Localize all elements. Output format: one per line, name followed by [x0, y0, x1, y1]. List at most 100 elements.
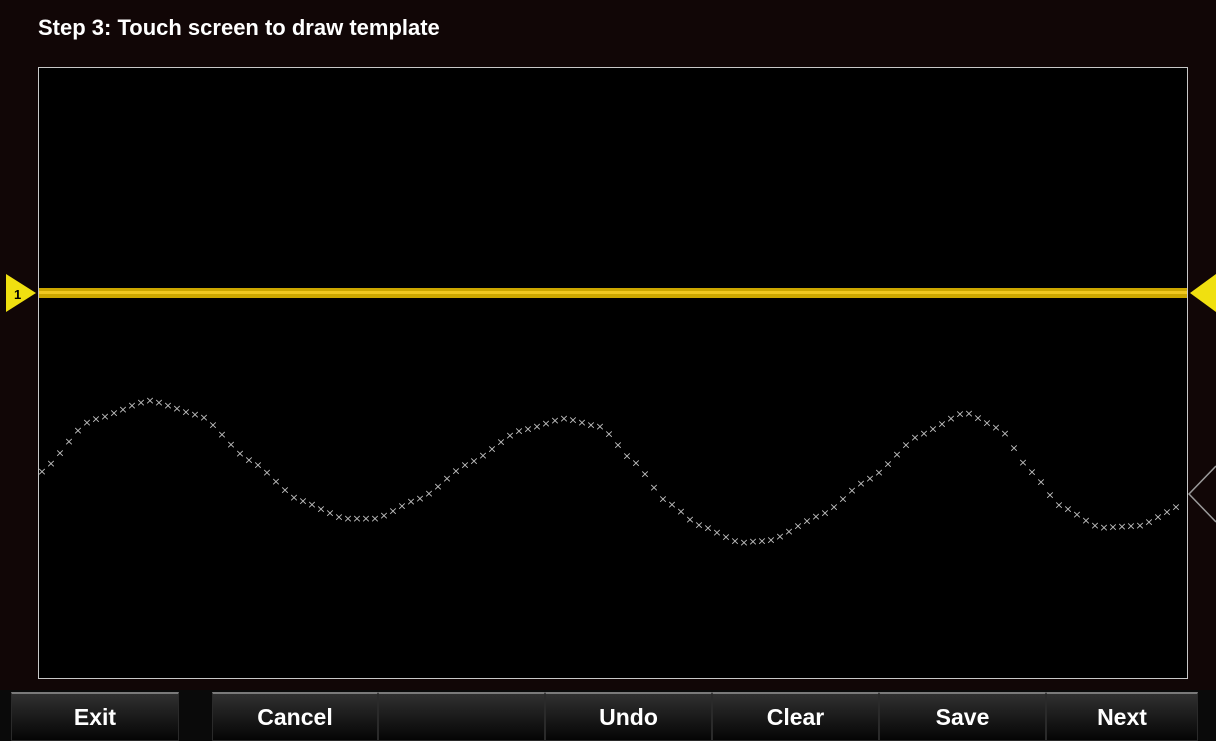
template-point-marker: × — [1144, 516, 1153, 529]
template-point-marker: × — [631, 457, 640, 470]
template-point-marker: × — [658, 492, 667, 505]
template-point-marker: × — [1027, 465, 1036, 478]
template-point-marker: × — [874, 466, 883, 479]
template-point-marker: × — [1045, 489, 1054, 502]
template-point-marker: × — [406, 495, 415, 508]
template-point-marker: × — [91, 413, 100, 426]
template-point-marker: × — [136, 396, 145, 409]
template-point-marker: × — [559, 412, 568, 425]
template-point-marker: × — [568, 413, 577, 426]
template-point-marker: × — [217, 428, 226, 441]
template-point-marker: × — [1162, 505, 1171, 518]
template-point-marker: × — [388, 504, 397, 517]
template-point-marker: × — [1090, 519, 1099, 532]
template-point-marker: × — [154, 396, 163, 409]
template-point-marker: × — [928, 423, 937, 436]
template-point-marker: × — [253, 459, 262, 472]
template-point-marker: × — [1081, 514, 1090, 527]
template-point-marker: × — [748, 535, 757, 548]
cancel-button[interactable]: Cancel — [212, 692, 378, 741]
template-point-marker: × — [910, 431, 919, 444]
template-point-marker: × — [892, 448, 901, 461]
template-point-marker: × — [55, 446, 64, 459]
template-point-marker: × — [604, 428, 613, 441]
template-point-marker: × — [640, 467, 649, 480]
template-point-marker: × — [937, 417, 946, 430]
channel-marker-label: 1 — [14, 287, 21, 302]
waveform-overlay: 1 ×××××× × × × × × × × × × × × × ××××× × ××××× × × × × × × × × ×… — [6, 274, 1216, 549]
template-point-marker: × — [307, 498, 316, 511]
template-point-marker: × — [298, 495, 307, 508]
template-point-marker: × — [757, 534, 766, 547]
template-point-marker: × — [865, 472, 874, 485]
template-point-marker: × — [1099, 521, 1108, 534]
template-point-marker: × — [820, 507, 829, 520]
template-point-marker: × — [901, 438, 910, 451]
template-point-marker: × — [982, 417, 991, 430]
template-point-marker: × — [1135, 519, 1144, 532]
template-point-marker: × — [469, 454, 478, 467]
next-button[interactable]: Next — [1046, 692, 1198, 741]
template-point-marker: × — [487, 442, 496, 455]
template-point-marker: × — [271, 475, 280, 488]
template-point-marker: × — [739, 536, 748, 549]
template-point-marker: × — [1063, 502, 1072, 515]
template-point-marker: × — [883, 458, 892, 471]
template-point-marker: × — [325, 507, 334, 520]
template-point-marker: × — [1018, 456, 1027, 469]
template-point-marker: × — [784, 525, 793, 538]
template-point-marker: × — [343, 512, 352, 525]
channel-1-trace-highlight — [39, 291, 1187, 294]
template-point-marker: × — [1000, 427, 1009, 440]
template-point-marker: × — [964, 407, 973, 420]
template-point-marker: × — [82, 416, 91, 429]
template-point-marker: × — [532, 420, 541, 433]
template-point-marker: × — [802, 514, 811, 527]
template-point-marker: × — [163, 399, 172, 412]
exit-button[interactable]: Exit — [11, 692, 179, 741]
template-point-marker: × — [316, 502, 325, 515]
template-level-marker[interactable] — [1187, 465, 1216, 523]
template-point-marker: × — [811, 510, 820, 523]
template-point-marker: × — [793, 520, 802, 533]
template-point-marker: × — [109, 406, 118, 419]
template-point-marker: × — [919, 427, 928, 440]
template-point-marker: × — [415, 492, 424, 505]
template-point-marker: × — [280, 484, 289, 497]
template-point-marker: × — [199, 411, 208, 424]
template-point-marker: × — [595, 420, 604, 433]
template-point-marker: × — [478, 449, 487, 462]
template-point-marker: × — [370, 512, 379, 525]
template-point-marker: × — [64, 435, 73, 448]
template-point-marker: × — [541, 417, 550, 430]
template-point-marker: × — [712, 526, 721, 539]
template-point-marker: × — [613, 439, 622, 452]
template-point-marker: × — [1036, 476, 1045, 489]
template-point-marker: × — [397, 500, 406, 513]
channel-1-marker[interactable]: 1 — [6, 274, 36, 312]
template-point-marker: × — [1171, 500, 1180, 513]
template-point-marker: × — [991, 421, 1000, 434]
template-point-marker: × — [181, 405, 190, 418]
template-point-marker: × — [649, 481, 658, 494]
template-point-marker: × — [379, 509, 388, 522]
template-point-marker: × — [73, 424, 82, 437]
template-point-marker: × — [730, 535, 739, 548]
template-point-marker: × — [694, 519, 703, 532]
template-point-marker: × — [973, 411, 982, 424]
clear-button[interactable]: Clear — [712, 692, 879, 741]
template-point-marker: × — [442, 472, 451, 485]
blank-softkey[interactable] — [378, 692, 545, 741]
template-point-marker: × — [514, 424, 523, 437]
template-point-marker: × — [451, 464, 460, 477]
template-point-marker: × — [208, 419, 217, 432]
save-button[interactable]: Save — [879, 692, 1046, 741]
template-point-marker: × — [172, 402, 181, 415]
template-point-marker: × — [550, 414, 559, 427]
undo-button[interactable]: Undo — [545, 692, 712, 741]
oscilloscope-screen: Step 3: Touch screen to draw template 1 … — [0, 0, 1216, 741]
template-point-marker: × — [685, 513, 694, 526]
template-point-marker: × — [433, 480, 442, 493]
channel-1-level-marker[interactable] — [1190, 274, 1216, 312]
template-point-marker: × — [424, 487, 433, 500]
